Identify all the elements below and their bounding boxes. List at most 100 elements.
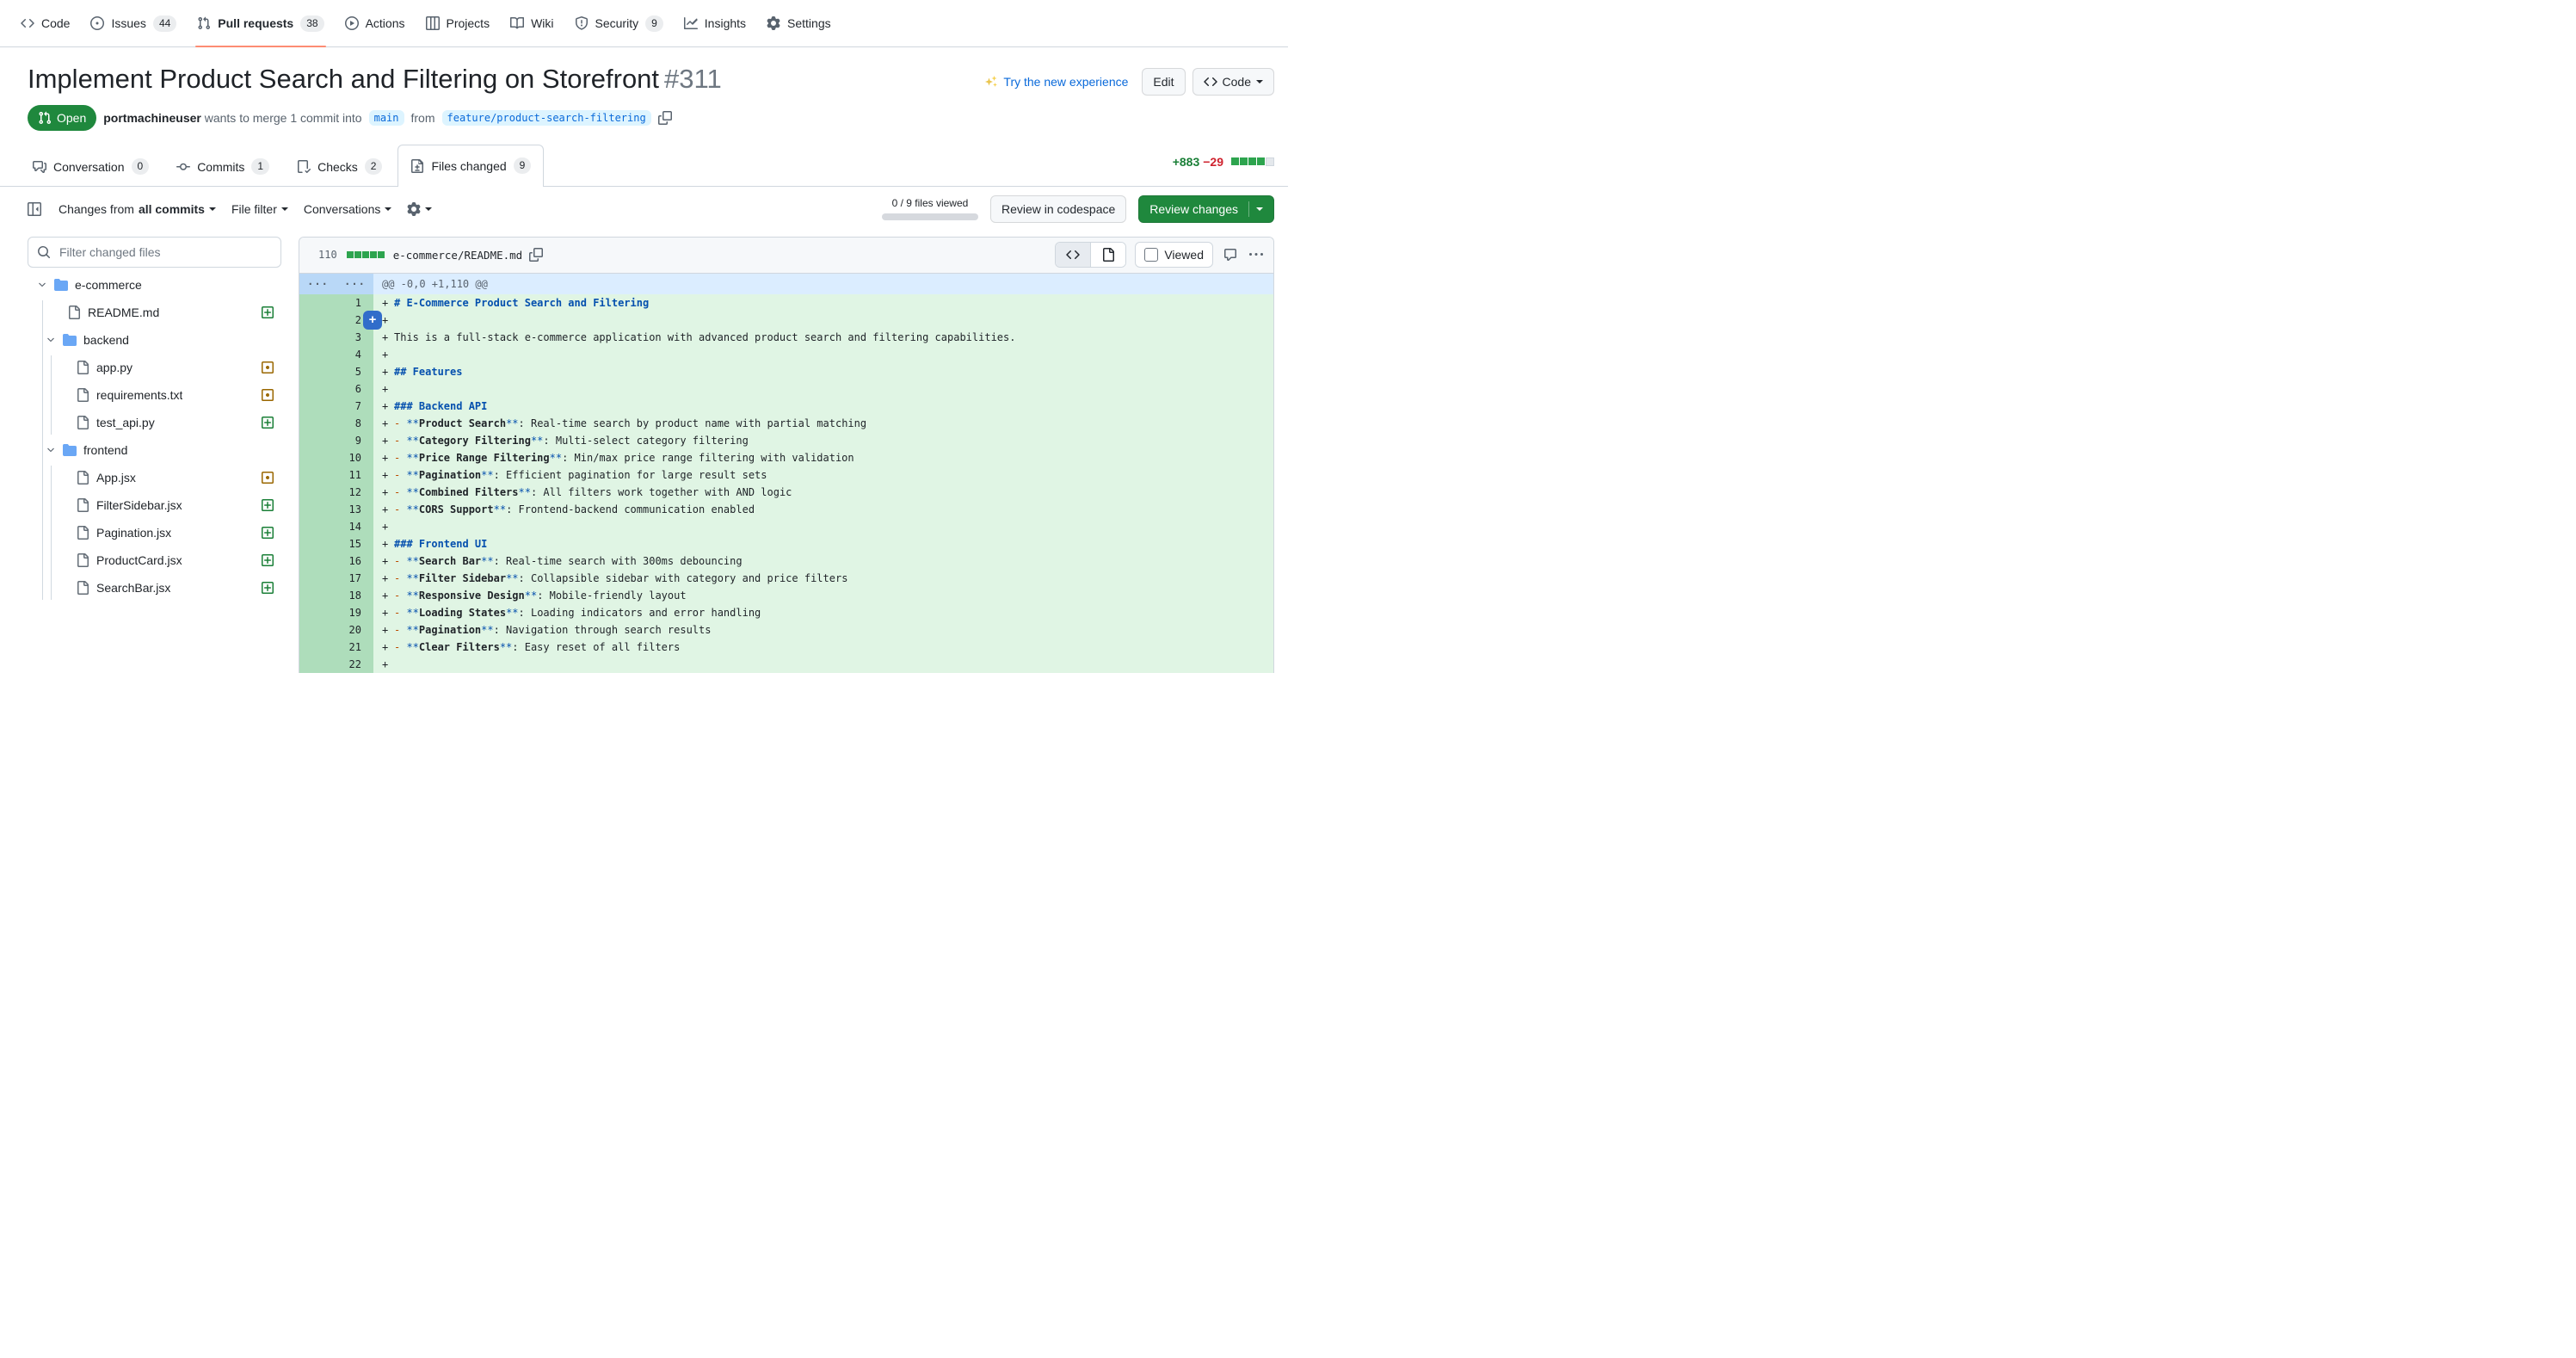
diff-line-13: 13+- **CORS Support**: Frontend-backend … bbox=[299, 501, 1273, 518]
tree-item-pagination-jsx[interactable]: Pagination.jsx bbox=[28, 519, 281, 546]
viewed-checkbox[interactable] bbox=[1144, 248, 1158, 262]
tree-item-searchbar-jsx[interactable]: SearchBar.jsx bbox=[28, 574, 281, 602]
add-comment-button[interactable]: + bbox=[363, 311, 382, 330]
rich-view-button[interactable] bbox=[1090, 243, 1125, 267]
status-badge: Open bbox=[28, 105, 96, 131]
copy-branch-icon[interactable] bbox=[658, 111, 672, 125]
gear-icon bbox=[767, 16, 780, 30]
git-commit-icon bbox=[176, 160, 190, 174]
tree-item-productcard-jsx[interactable]: ProductCard.jsx bbox=[28, 546, 281, 574]
expand-hunk-button[interactable]: ··· bbox=[299, 274, 336, 294]
tab-label: Commits bbox=[197, 160, 244, 174]
diff-added-icon bbox=[261, 526, 274, 540]
filter-files-input[interactable] bbox=[58, 244, 272, 260]
nav-item-projects[interactable]: Projects bbox=[419, 0, 497, 46]
line-number[interactable]: 12 bbox=[299, 484, 373, 501]
copy-path-icon[interactable] bbox=[529, 248, 543, 262]
line-number[interactable]: 13 bbox=[299, 501, 373, 518]
tab-commits[interactable]: Commits1 bbox=[164, 148, 281, 186]
line-number[interactable]: 17 bbox=[299, 570, 373, 587]
nav-item-pull-requests[interactable]: Pull requests38 bbox=[190, 0, 330, 46]
tab-files-changed[interactable]: Files changed9 bbox=[397, 145, 544, 187]
file-options-kebab[interactable] bbox=[1248, 246, 1265, 263]
line-number[interactable]: 21 bbox=[299, 639, 373, 656]
nav-item-wiki[interactable]: Wiki bbox=[503, 0, 560, 46]
nav-item-insights[interactable]: Insights bbox=[677, 0, 753, 46]
line-number[interactable]: 10 bbox=[299, 449, 373, 466]
diff-line-17: 17+- **Filter Sidebar**: Collapsible sid… bbox=[299, 570, 1273, 587]
file-filter-dropdown[interactable]: File filter bbox=[231, 202, 288, 216]
line-number[interactable]: 8 bbox=[299, 415, 373, 432]
nav-item-label: Pull requests bbox=[218, 16, 293, 30]
head-branch-chip[interactable]: feature/product-search-filtering bbox=[442, 110, 651, 126]
line-number[interactable]: 9 bbox=[299, 432, 373, 449]
review-in-codespace-button[interactable]: Review in codespace bbox=[990, 195, 1126, 223]
nav-item-code[interactable]: Code bbox=[14, 0, 77, 46]
expand-hunk-button[interactable]: ··· bbox=[336, 274, 373, 294]
tree-item-app-py[interactable]: app.py bbox=[28, 354, 281, 381]
line-number[interactable]: 5 bbox=[299, 363, 373, 380]
comment-discussion-icon bbox=[33, 160, 46, 174]
chevron-down-icon[interactable] bbox=[46, 445, 56, 455]
line-number[interactable]: 7 bbox=[299, 398, 373, 415]
tree-item-label: test_api.py bbox=[96, 416, 155, 429]
source-view-button[interactable] bbox=[1056, 243, 1090, 267]
tree-item-backend[interactable]: backend bbox=[28, 326, 281, 354]
nav-item-security[interactable]: Security9 bbox=[568, 0, 670, 46]
changes-from-dropdown[interactable]: Changes from all commits bbox=[59, 202, 216, 216]
line-content: +- **Clear Filters**: Easy reset of all … bbox=[373, 639, 1273, 656]
line-number[interactable]: 11 bbox=[299, 466, 373, 484]
line-number[interactable]: 18 bbox=[299, 587, 373, 604]
tab-count: 0 bbox=[132, 158, 150, 175]
line-number[interactable]: 19 bbox=[299, 604, 373, 621]
nav-item-issues[interactable]: Issues44 bbox=[83, 0, 183, 46]
line-number[interactable]: 20 bbox=[299, 621, 373, 639]
line-number[interactable]: 14 bbox=[299, 518, 373, 535]
tree-item-app-jsx[interactable]: App.jsx bbox=[28, 464, 281, 491]
folder-icon bbox=[54, 278, 68, 292]
tab-conversation[interactable]: Conversation0 bbox=[21, 148, 161, 186]
line-content: +- **Product Search**: Real-time search … bbox=[373, 415, 1273, 432]
line-content: +- **Pagination**: Efficient pagination … bbox=[373, 466, 1273, 484]
pr-author[interactable]: portmachineuser bbox=[103, 111, 201, 125]
chevron-down-icon[interactable] bbox=[46, 335, 56, 345]
chevron-down-icon[interactable] bbox=[37, 280, 47, 290]
line-number[interactable]: 3 bbox=[299, 329, 373, 346]
pr-action-text: wants to merge 1 commit into bbox=[205, 111, 362, 125]
nav-item-settings[interactable]: Settings bbox=[760, 0, 838, 46]
tree-item-requirements-txt[interactable]: requirements.txt bbox=[28, 381, 281, 409]
collapse-sidebar-button[interactable] bbox=[26, 201, 43, 218]
tab-checks[interactable]: Checks2 bbox=[285, 148, 394, 186]
comment-button[interactable] bbox=[1222, 246, 1239, 263]
collapse-file-icon[interactable] bbox=[308, 253, 311, 256]
line-number[interactable]: 1 bbox=[299, 294, 373, 312]
line-number[interactable]: 6 bbox=[299, 380, 373, 398]
tree-item-label: FilterSidebar.jsx bbox=[96, 498, 182, 512]
base-branch-chip[interactable]: main bbox=[369, 110, 404, 126]
tree-item-test-api-py[interactable]: test_api.py bbox=[28, 409, 281, 436]
line-number[interactable]: 22 bbox=[299, 656, 373, 673]
nav-item-count: 9 bbox=[645, 15, 663, 32]
nav-item-actions[interactable]: Actions bbox=[338, 0, 412, 46]
tree-item-readme-md[interactable]: README.md bbox=[28, 299, 281, 326]
tree-item-e-commerce[interactable]: e-commerce bbox=[28, 271, 281, 299]
conversations-dropdown[interactable]: Conversations bbox=[304, 202, 392, 216]
conversations-label: Conversations bbox=[304, 202, 381, 216]
sidebar-collapse-icon bbox=[28, 202, 41, 216]
diff-settings-dropdown[interactable] bbox=[407, 202, 432, 216]
review-changes-button[interactable]: Review changes bbox=[1138, 195, 1274, 223]
try-new-experience-link[interactable]: Try the new experience bbox=[984, 75, 1128, 89]
line-number[interactable]: 15 bbox=[299, 535, 373, 552]
line-content: +- **Filter Sidebar**: Collapsible sideb… bbox=[373, 570, 1273, 587]
code-button[interactable]: Code bbox=[1192, 68, 1274, 96]
tab-label: Checks bbox=[317, 160, 358, 174]
viewed-button[interactable]: Viewed bbox=[1135, 242, 1213, 268]
tree-item-filtersidebar-jsx[interactable]: FilterSidebar.jsx bbox=[28, 491, 281, 519]
tree-item-frontend[interactable]: frontend bbox=[28, 436, 281, 464]
pr-title-text: Implement Product Search and Filtering o… bbox=[28, 64, 659, 94]
line-number[interactable]: 4 bbox=[299, 346, 373, 363]
edit-button[interactable]: Edit bbox=[1142, 68, 1185, 96]
file-icon bbox=[76, 553, 89, 567]
file-name[interactable]: e-commerce/README.md bbox=[393, 249, 523, 262]
line-number[interactable]: 16 bbox=[299, 552, 373, 570]
